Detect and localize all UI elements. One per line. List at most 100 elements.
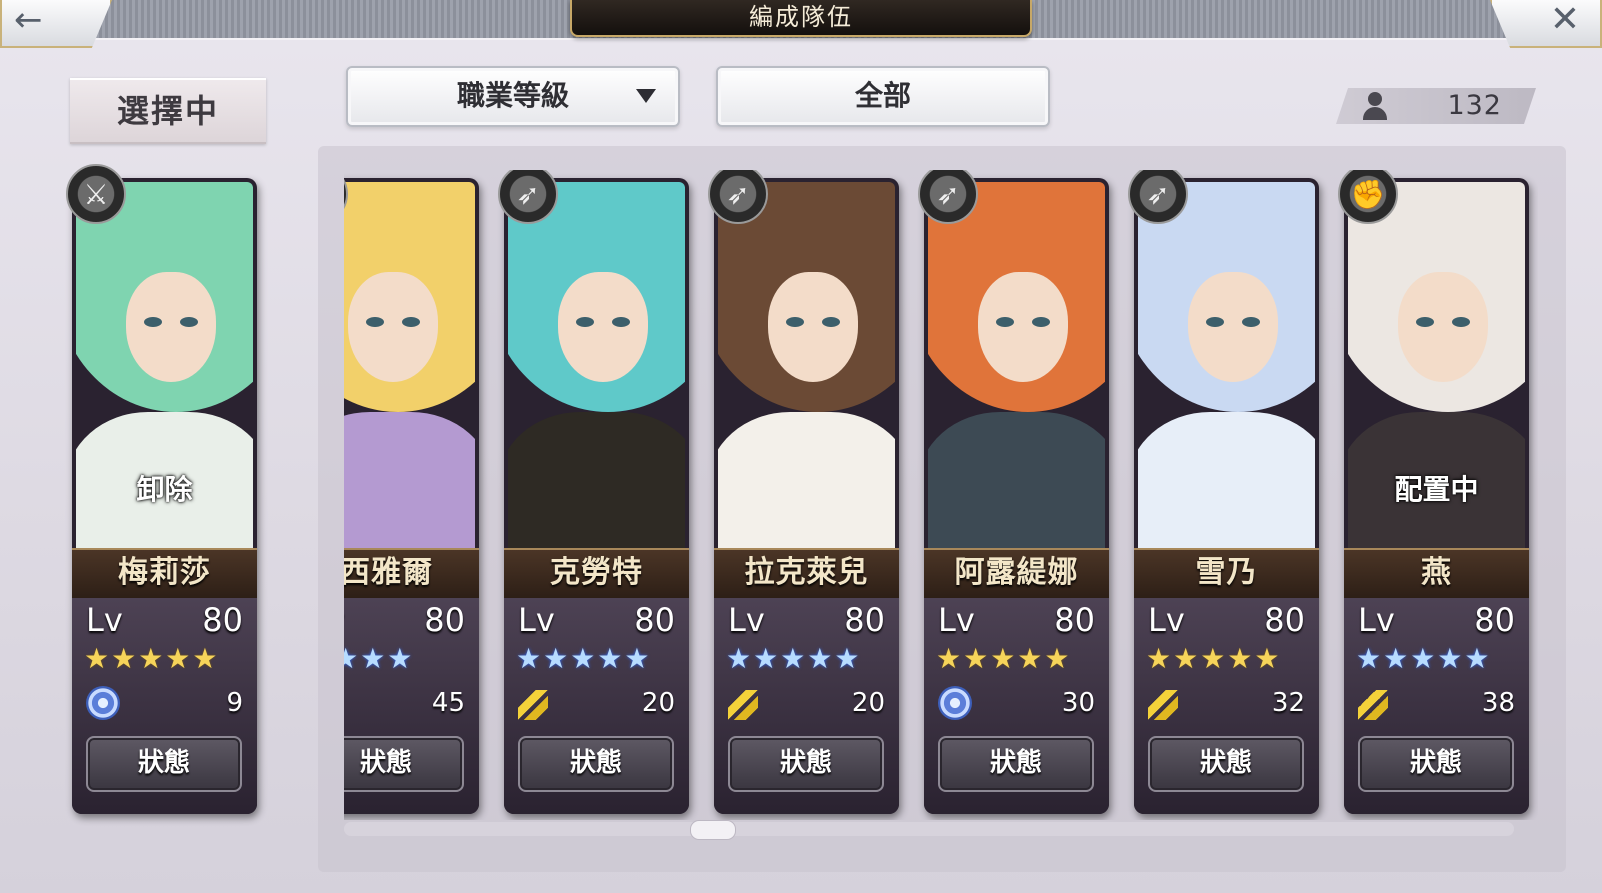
cost-value: 32 xyxy=(1271,688,1305,718)
roster-list[interactable]: ✦ 西雅爾 Lv 80 ★★★★ 45 狀態 ➶ 克勞特 Lv xyxy=(344,170,1538,820)
status-button-label: 狀態 xyxy=(1409,748,1462,778)
character-card[interactable]: ➶ 拉克萊兒 Lv 80 ★★★★★ 20 狀態 xyxy=(708,170,899,814)
status-button[interactable]: 狀態 xyxy=(1358,736,1514,792)
status-button[interactable]: 狀態 xyxy=(518,736,674,792)
level-label: Lv xyxy=(1358,601,1395,639)
cost-value: 38 xyxy=(1481,688,1515,718)
character-portrait[interactable]: 卸除 xyxy=(76,182,253,548)
rarity-stars: ★★★★★ xyxy=(936,642,1072,675)
rarity-stars: ★★★★★ xyxy=(726,642,862,675)
status-button-label: 狀態 xyxy=(1199,748,1252,778)
character-name-bar: 克勞特 xyxy=(504,548,689,600)
level-value: 80 xyxy=(202,601,243,639)
status-button[interactable]: 狀態 xyxy=(86,736,242,792)
unit-count: 132 xyxy=(1336,88,1536,124)
close-button[interactable]: ✕ xyxy=(1490,0,1602,48)
sword-icon: ⚔ xyxy=(66,164,126,224)
character-portrait[interactable] xyxy=(1138,182,1315,548)
thunder-element-icon xyxy=(1358,690,1388,720)
thunder-element-icon xyxy=(518,690,548,720)
character-name: 阿露緹娜 xyxy=(954,555,1079,590)
level-label: Lv xyxy=(518,601,555,639)
character-card[interactable]: ➶ 阿露緹娜 Lv 80 ★★★★★ 30 狀態 xyxy=(918,170,1109,814)
character-stats: Lv 80 ★★★★★ 30 狀態 xyxy=(924,598,1109,814)
rarity-stars: ★★★★★ xyxy=(84,642,220,675)
level-value: 80 xyxy=(1474,601,1515,639)
level-label: Lv xyxy=(938,601,975,639)
level-label: Lv xyxy=(86,601,123,639)
character-stats: Lv 80 ★★★★ 45 狀態 xyxy=(344,598,479,814)
rarity-stars: ★★★★★ xyxy=(1356,642,1492,675)
character-stats: Lv 80 ★★★★★ 38 狀態 xyxy=(1344,598,1529,814)
chevron-down-icon xyxy=(636,89,656,103)
character-stats: Lv 80 ★★★★★ 32 狀態 xyxy=(1134,598,1319,814)
person-icon xyxy=(1362,92,1388,120)
sort-dropdown[interactable]: 職業等級 xyxy=(346,66,680,127)
cost-value: 30 xyxy=(1061,688,1095,718)
back-button[interactable]: ← xyxy=(0,0,112,48)
status-button[interactable]: 狀態 xyxy=(728,736,884,792)
character-name: 拉克萊兒 xyxy=(744,555,869,590)
character-name-bar: 梅莉莎 xyxy=(72,548,257,600)
status-button[interactable]: 狀態 xyxy=(344,736,464,792)
status-button[interactable]: 狀態 xyxy=(938,736,1094,792)
back-arrow-icon: ← xyxy=(14,0,43,40)
level-value: 80 xyxy=(1264,601,1305,639)
level-label: Lv xyxy=(1148,601,1185,639)
character-portrait[interactable] xyxy=(508,182,685,548)
status-button-label: 狀態 xyxy=(137,748,190,778)
cost-value: 20 xyxy=(641,688,675,718)
character-card[interactable]: ➶ 雪乃 Lv 80 ★★★★★ 32 狀態 xyxy=(1128,170,1319,814)
selected-section-label: 選擇中 xyxy=(70,78,266,144)
thunder-element-icon xyxy=(728,690,758,720)
character-card[interactable]: ➶ 克勞特 Lv 80 ★★★★★ 20 狀態 xyxy=(498,170,689,814)
wind-element-icon xyxy=(86,686,120,720)
rarity-stars: ★★★★★ xyxy=(516,642,652,675)
level-value: 80 xyxy=(634,601,675,639)
selected-character-card[interactable]: 卸除 ⚔ 梅莉莎 Lv 80 ★★★★★ 9 狀態 xyxy=(66,164,257,814)
character-stats: Lv 80 ★★★★★ 20 狀態 xyxy=(504,598,689,814)
character-portrait[interactable] xyxy=(344,182,475,548)
level-value: 80 xyxy=(424,601,465,639)
status-button-label: 狀態 xyxy=(779,748,832,778)
character-name-bar: 雪乃 xyxy=(1134,548,1319,600)
level-value: 80 xyxy=(1054,601,1095,639)
unit-count-value: 132 xyxy=(1447,90,1502,121)
character-card[interactable]: 配置中 ✊ 燕 Lv 80 ★★★★★ 38 狀態 xyxy=(1338,170,1529,814)
character-name: 梅莉莎 xyxy=(118,555,211,590)
character-name: 克勞特 xyxy=(550,555,643,590)
cost-value: 9 xyxy=(226,688,243,718)
category-filter-button[interactable]: 全部 xyxy=(716,66,1050,127)
character-name-bar: 阿露緹娜 xyxy=(924,548,1109,600)
cost-value: 20 xyxy=(851,688,885,718)
character-portrait[interactable] xyxy=(718,182,895,548)
character-portrait[interactable]: 配置中 xyxy=(1348,182,1525,548)
thunder-element-icon xyxy=(1148,690,1178,720)
cost-value: 45 xyxy=(431,688,465,718)
horizontal-scrollbar[interactable] xyxy=(344,822,1514,836)
status-button-label: 狀態 xyxy=(569,748,622,778)
category-filter-label: 全部 xyxy=(854,79,911,112)
status-button[interactable]: 狀態 xyxy=(1148,736,1304,792)
level-value: 80 xyxy=(844,601,885,639)
character-name-bar: 西雅爾 xyxy=(344,548,479,600)
character-name-bar: 拉克萊兒 xyxy=(714,548,899,600)
wind-element-icon xyxy=(938,686,972,720)
character-stats: Lv 80 ★★★★★ 9 狀態 xyxy=(72,598,257,814)
page-title-plate: 編成隊伍 xyxy=(570,0,1032,37)
character-name: 西雅爾 xyxy=(344,555,433,590)
character-name-bar: 燕 xyxy=(1344,548,1529,600)
character-card[interactable]: ✦ 西雅爾 Lv 80 ★★★★ 45 狀態 xyxy=(344,170,479,814)
page-title: 編成隊伍 xyxy=(749,3,853,31)
character-name: 燕 xyxy=(1421,555,1452,590)
level-label: Lv xyxy=(728,601,765,639)
portrait-overlay-text: 卸除 xyxy=(136,473,193,506)
character-stats: Lv 80 ★★★★★ 20 狀態 xyxy=(714,598,899,814)
scrollbar-thumb[interactable] xyxy=(690,820,736,840)
character-portrait[interactable] xyxy=(928,182,1105,548)
status-button-label: 狀態 xyxy=(359,748,412,778)
sort-dropdown-label: 職業等級 xyxy=(456,79,569,112)
level-label: Lv xyxy=(344,600,345,640)
character-name: 雪乃 xyxy=(1195,555,1258,590)
status-button-label: 狀態 xyxy=(989,748,1042,778)
